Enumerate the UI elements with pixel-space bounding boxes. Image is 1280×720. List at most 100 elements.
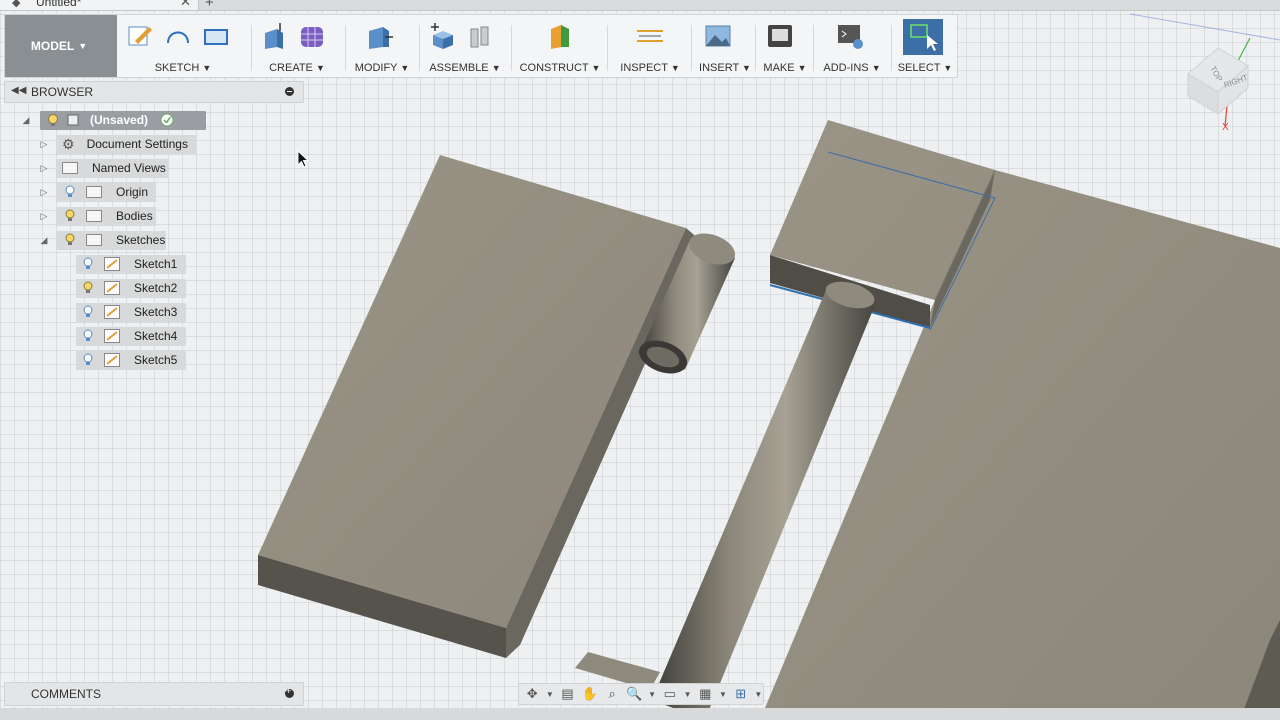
sketch-group[interactable]: SKETCH ▼ [125, 15, 241, 77]
item-label: Document Settings [86, 137, 188, 151]
document-tab-strip: ◆ Untitled* ✕ + [0, 0, 1280, 11]
expand-triangle-icon[interactable]: ▷ [38, 139, 50, 150]
sketch-icon [104, 257, 120, 271]
navigation-bar: ✥ ▼ ▤ ✋ ⌕ 🔍 ▼ ▭ ▼ ▦ ▼ ⊞ ▼ [518, 683, 764, 705]
modify-label: MODIFY [354, 62, 398, 74]
new-component-icon[interactable] [427, 21, 457, 51]
pan-icon[interactable]: ✋ [581, 686, 599, 702]
sketch-label: Sketch4 [134, 329, 178, 343]
create-sketch-icon[interactable] [125, 21, 155, 51]
close-tab-icon[interactable]: ✕ [180, 0, 191, 10]
workspace-label: MODEL [30, 39, 75, 53]
create-label: CREATE [269, 62, 313, 74]
light-bulb-icon[interactable] [82, 281, 94, 295]
item-label: Named Views [92, 161, 166, 175]
look-at-icon[interactable]: ▤ [558, 686, 576, 702]
workspace-switcher[interactable]: MODEL ▼ [5, 15, 117, 77]
x-axis-label: X [1222, 122, 1229, 133]
make-label: MAKE [763, 62, 795, 74]
joint-icon[interactable] [465, 21, 495, 51]
zoom-icon[interactable]: ⌕ [603, 686, 621, 702]
sketch-icon [104, 281, 120, 295]
gear-icon: ⚙ [62, 135, 75, 152]
document-tab[interactable]: ◆ Untitled* ✕ [0, 0, 199, 10]
display-settings-icon[interactable]: ▭ [661, 686, 679, 702]
bottom-status-bar [0, 708, 1280, 720]
collapse-triangle-icon[interactable]: ◢ [20, 115, 32, 126]
left-plate-body[interactable] [258, 155, 700, 658]
3d-viewport[interactable] [0, 0, 1280, 720]
chevron-down-icon[interactable]: ▼ [718, 690, 727, 699]
insert-label: INSERT [699, 62, 739, 74]
model-canvas[interactable] [0, 0, 1280, 720]
comments-panel[interactable]: COMMENTS [4, 682, 304, 706]
fit-icon[interactable]: 🔍 [625, 686, 643, 702]
sketch-label: Sketch5 [134, 353, 178, 367]
expand-triangle-icon[interactable]: ▷ [38, 163, 50, 174]
light-bulb-off-icon[interactable] [82, 353, 94, 367]
add-comment-icon[interactable] [285, 686, 294, 698]
grid-settings-icon[interactable]: ▦ [696, 686, 714, 702]
browser-panel-header[interactable]: ◀◀ BROWSER [4, 81, 304, 103]
insert-image-icon[interactable] [703, 21, 733, 51]
item-label: Sketches [116, 233, 166, 247]
folder-icon [86, 234, 102, 246]
chevron-down-icon[interactable]: ▼ [754, 690, 763, 699]
select-label: SELECT [897, 62, 941, 74]
view-cube[interactable]: RIGHT TOP X [1180, 36, 1270, 136]
create-group[interactable]: CREATE ▼ [259, 15, 335, 77]
inspect-group[interactable]: INSPECT ▼ [615, 15, 685, 77]
light-bulb-off-icon[interactable] [64, 185, 76, 199]
root-label: (Unsaved) [90, 113, 149, 127]
select-icon[interactable] [903, 19, 943, 55]
mouse-cursor-icon [297, 150, 310, 168]
expand-triangle-icon[interactable]: ▷ [38, 187, 50, 198]
expand-triangle-icon[interactable]: ▷ [38, 211, 50, 222]
light-bulb-icon[interactable] [64, 209, 76, 223]
fusion-doc-icon: ◆ [12, 0, 21, 9]
light-bulb-off-icon[interactable] [82, 257, 94, 271]
scripts-addins-icon[interactable] [835, 21, 865, 51]
rectangle-icon[interactable] [201, 21, 231, 51]
extrude-icon[interactable] [259, 21, 289, 51]
make-group[interactable]: MAKE ▼ [761, 15, 809, 77]
press-pull-icon[interactable] [365, 21, 395, 51]
assemble-group[interactable]: ASSEMBLE ▼ [427, 15, 503, 77]
light-bulb-icon[interactable] [46, 113, 60, 127]
item-label: Origin [116, 185, 149, 199]
modify-group[interactable]: MODIFY ▼ [351, 15, 413, 77]
folder-icon [86, 186, 102, 198]
construct-group[interactable]: CONSTRUCT ▼ [519, 15, 601, 77]
offset-plane-icon[interactable] [545, 21, 575, 51]
sketch-icon [104, 353, 120, 367]
folder-icon [86, 210, 102, 222]
inspect-label: INSPECT [620, 62, 668, 74]
chevron-down-icon[interactable]: ▼ [545, 690, 554, 699]
chevron-down-icon[interactable]: ▼ [648, 690, 657, 699]
viewports-icon[interactable]: ⊞ [732, 686, 750, 702]
root-component[interactable]: (Unsaved) [40, 110, 206, 130]
3d-print-icon[interactable] [765, 21, 795, 51]
new-tab-icon[interactable]: + [205, 0, 214, 11]
light-bulb-icon[interactable] [64, 233, 76, 247]
minimize-panel-icon[interactable] [285, 87, 294, 96]
chevron-down-icon[interactable]: ▼ [683, 690, 692, 699]
light-bulb-off-icon[interactable] [82, 305, 94, 319]
select-group[interactable]: SELECT ▼ [897, 15, 953, 77]
right-plate-body[interactable] [760, 120, 1280, 720]
sketch-label: Sketch2 [134, 281, 178, 295]
sketch-label: Sketch3 [134, 305, 178, 319]
add-ins-group[interactable]: ADD-INS ▼ [819, 15, 885, 77]
light-bulb-off-icon[interactable] [82, 329, 94, 343]
add-ins-label: ADD-INS [823, 62, 869, 74]
collapse-triangle-icon[interactable]: ◢ [38, 235, 50, 246]
form-icon[interactable] [297, 21, 327, 51]
document-title: Untitled* [36, 0, 82, 9]
sketch-icon [104, 329, 120, 343]
measure-icon[interactable] [635, 21, 665, 51]
insert-group[interactable]: INSERT ▼ [695, 15, 755, 77]
orbit-icon[interactable]: ✥ [523, 686, 541, 702]
sketch-label: SKETCH [154, 62, 200, 74]
collapse-panel-icon[interactable]: ◀◀ [11, 85, 26, 96]
arc-icon[interactable] [163, 21, 193, 51]
